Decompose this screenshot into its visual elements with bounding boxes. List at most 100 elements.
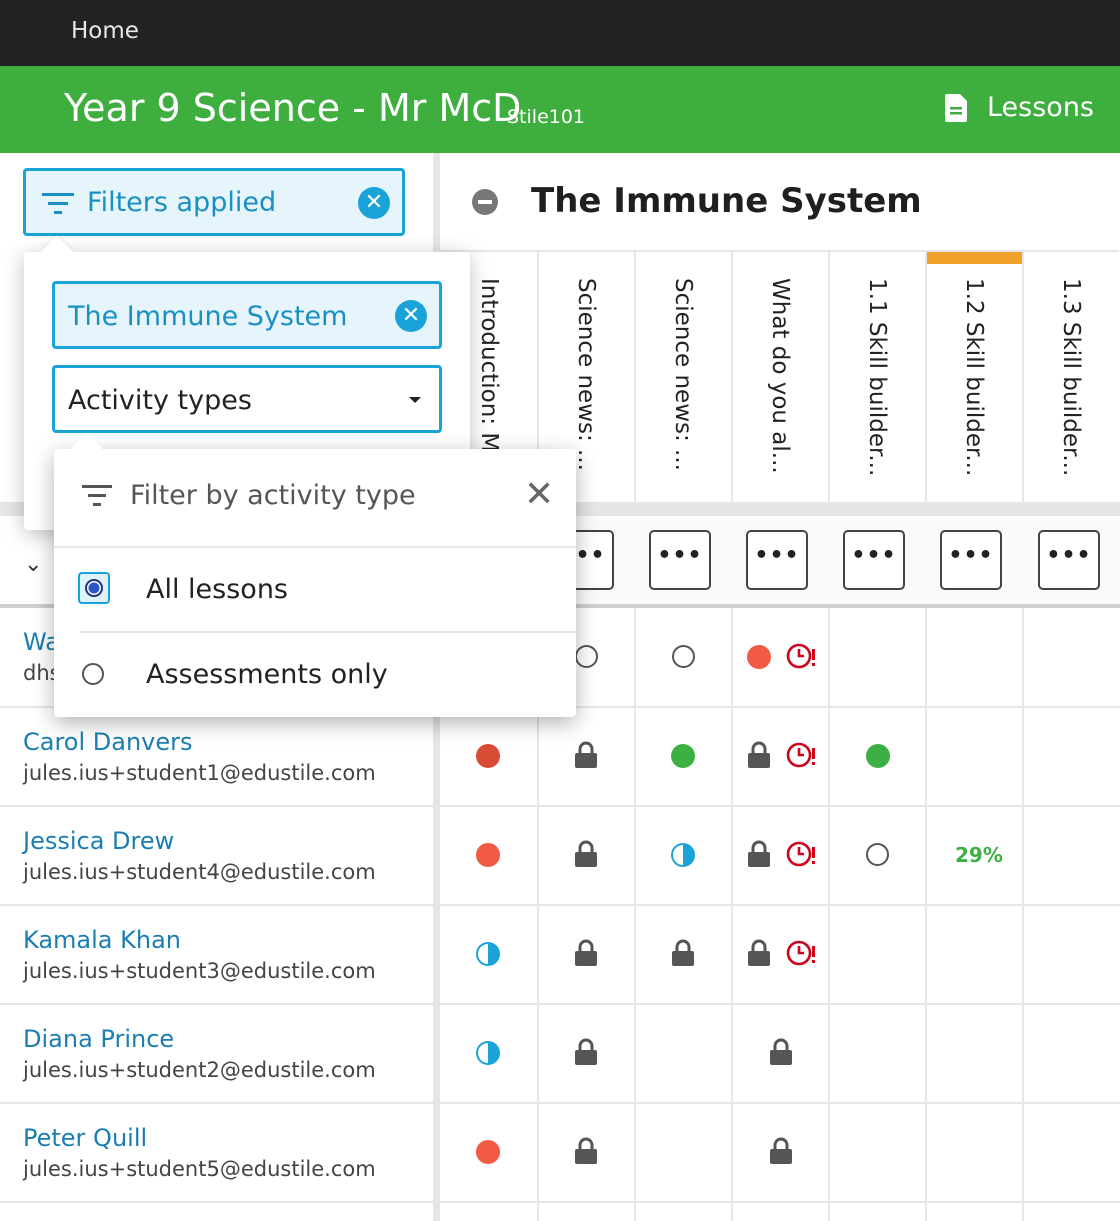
- grid-line: [925, 608, 927, 1221]
- column-label: Science news: ...: [573, 278, 599, 471]
- close-icon[interactable]: ✕: [524, 477, 554, 513]
- column-label: 1.3 Skill builder...: [1058, 278, 1084, 477]
- unit-filter-label: The Immune System: [68, 301, 348, 332]
- column-menu-button[interactable]: •••: [940, 530, 1002, 590]
- student-name[interactable]: Peter Quill: [23, 1124, 376, 1152]
- grid-line: [731, 608, 733, 1221]
- column-header[interactable]: What do you al...: [731, 250, 828, 502]
- student-email: jules.ius+student2@edustile.com: [23, 1058, 376, 1082]
- lock-icon: [575, 741, 597, 768]
- unit-filter-chip[interactable]: The Immune System ✕: [52, 281, 442, 349]
- lock-icon: [672, 939, 694, 966]
- column-menu-button[interactable]: •••: [843, 530, 905, 590]
- activity-types-label: Activity types: [68, 385, 252, 416]
- table-row: Diana Prince jules.ius+student2@edustile…: [23, 1025, 376, 1082]
- class-title: Year 9 Science - Mr McD: [64, 86, 522, 130]
- lock-icon: [748, 939, 770, 966]
- overdue-icon[interactable]: [476, 744, 500, 768]
- in-progress-icon[interactable]: [671, 843, 695, 867]
- lock-icon: [575, 939, 597, 966]
- filter-icon: [82, 485, 112, 506]
- student-email: jules.ius+student4@edustile.com: [23, 860, 376, 884]
- in-progress-icon[interactable]: [476, 942, 500, 966]
- activity-type-popover: Filter by activity type ✕ All lessons As…: [54, 432, 576, 717]
- table-row: Kamala Khan jules.ius+student3@edustile.…: [23, 926, 376, 983]
- column-menu-button[interactable]: •••: [649, 530, 711, 590]
- radio-selected[interactable]: [78, 572, 110, 604]
- student-name[interactable]: Diana Prince: [23, 1025, 376, 1053]
- column-label: 1.2 Skill builder...: [961, 278, 987, 477]
- lock-icon: [748, 840, 770, 867]
- caret-down-icon: [409, 397, 421, 403]
- late-clock-icon: [786, 643, 815, 669]
- student-email: jules.ius+student5@edustile.com: [23, 1157, 376, 1181]
- filters-applied-button[interactable]: Filters applied ✕: [23, 168, 405, 236]
- overdue-icon[interactable]: [747, 645, 771, 669]
- overdue-icon[interactable]: [476, 843, 500, 867]
- student-name[interactable]: Kamala Khan: [23, 926, 376, 954]
- column-header-flagged[interactable]: 1.2 Skill builder...: [925, 250, 1022, 502]
- home-link[interactable]: Home: [71, 18, 139, 44]
- top-nav: Home: [0, 0, 1120, 66]
- activity-types-select[interactable]: Activity types: [52, 365, 442, 433]
- class-code: Stile101: [507, 106, 586, 128]
- filters-applied-label: Filters applied: [87, 187, 277, 218]
- chevron-down-icon[interactable]: ⌄: [24, 552, 42, 577]
- option-assessments-only[interactable]: Assessments only: [54, 633, 576, 717]
- student-name[interactable]: Jessica Drew: [23, 827, 376, 855]
- in-progress-icon[interactable]: [476, 1041, 500, 1065]
- student-email: jules.ius+student1@edustile.com: [23, 761, 376, 785]
- not-started-icon[interactable]: [575, 645, 598, 668]
- clear-filters-icon[interactable]: ✕: [358, 187, 390, 219]
- column-header[interactable]: 1.3 Skill builder...: [1022, 250, 1119, 502]
- lock-icon: [770, 1038, 792, 1065]
- late-clock-icon: [786, 742, 815, 768]
- grid-line: [1022, 608, 1024, 1221]
- option-label: All lessons: [146, 574, 289, 605]
- lock-icon: [575, 1038, 597, 1065]
- row-divider: [0, 1003, 1120, 1005]
- row-divider: [0, 904, 1120, 906]
- lessons-button[interactable]: Lessons: [944, 92, 1094, 123]
- column-label: Introduction: M: [476, 278, 502, 453]
- lock-icon: [770, 1137, 792, 1164]
- option-all-lessons[interactable]: All lessons: [54, 548, 576, 632]
- table-row: Jessica Drew jules.ius+student4@edustile…: [23, 827, 376, 884]
- score-percent[interactable]: 29%: [955, 843, 1003, 867]
- student-email: jules.ius+student3@edustile.com: [23, 959, 376, 983]
- column-label: Science news: ...: [670, 278, 696, 471]
- lock-icon: [575, 1137, 597, 1164]
- radio-unselected[interactable]: [82, 663, 104, 685]
- column-menu-button[interactable]: •••: [1038, 530, 1100, 590]
- column-header[interactable]: 1.1 Skill builder...: [828, 250, 925, 502]
- collapse-icon[interactable]: [472, 189, 498, 215]
- filter-icon: [42, 193, 74, 214]
- column-label: What do you al...: [767, 278, 793, 474]
- remove-unit-filter-icon[interactable]: ✕: [395, 300, 427, 332]
- lessons-label: Lessons: [986, 92, 1094, 123]
- lock-icon: [575, 840, 597, 867]
- table-row: Peter Quill jules.ius+student5@edustile.…: [23, 1124, 376, 1181]
- column-header[interactable]: Science news: ...: [634, 250, 731, 502]
- document-icon: [944, 93, 967, 122]
- complete-icon[interactable]: [866, 744, 890, 768]
- activity-popover-title: Filter by activity type: [130, 480, 416, 511]
- grid-line: [634, 608, 636, 1221]
- row-divider: [0, 1201, 1120, 1203]
- grid-line: [828, 608, 830, 1221]
- row-divider: [0, 805, 1120, 807]
- column-label: 1.1 Skill builder...: [864, 278, 890, 477]
- student-name[interactable]: Carol Danvers: [23, 728, 376, 756]
- table-row: Carol Danvers jules.ius+student1@edustil…: [23, 728, 376, 785]
- unit-title: The Immune System: [531, 181, 922, 221]
- row-divider: [0, 1102, 1120, 1104]
- class-header: Year 9 Science - Mr McD Stile101 Lessons: [0, 66, 1120, 153]
- complete-icon[interactable]: [671, 744, 695, 768]
- column-menu-button[interactable]: •••: [746, 530, 808, 590]
- not-started-icon[interactable]: [866, 843, 889, 866]
- overdue-icon[interactable]: [476, 1140, 500, 1164]
- late-clock-icon: [786, 841, 815, 867]
- option-label: Assessments only: [146, 659, 388, 690]
- not-started-icon[interactable]: [672, 645, 695, 668]
- late-clock-icon: [786, 940, 815, 966]
